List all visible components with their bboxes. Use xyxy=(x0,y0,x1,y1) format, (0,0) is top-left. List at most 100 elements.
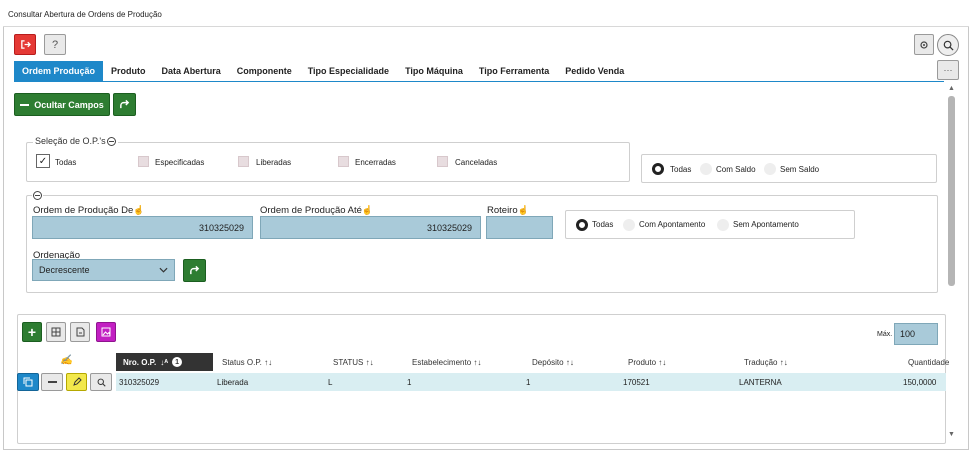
check-icon: ✓ xyxy=(38,155,48,167)
tab-pedido-venda[interactable]: Pedido Venda xyxy=(557,61,632,81)
scrollbar-thumb[interactable] xyxy=(948,96,955,286)
tab-ordem-producao[interactable]: Ordem Produção xyxy=(14,61,104,81)
tab-bar: Ordem Produção Produto Data Abertura Com… xyxy=(14,61,632,81)
scroll-up-icon[interactable]: ▲ xyxy=(948,85,955,92)
label-todas: Todas xyxy=(55,158,77,167)
chevron-down-icon xyxy=(159,267,168,273)
export-button[interactable] xyxy=(70,322,90,342)
checkbox-liberadas[interactable] xyxy=(238,156,249,167)
sort-icon: ↑↓ xyxy=(565,358,574,367)
radio-com-apontamento[interactable] xyxy=(623,219,635,231)
checkbox-canceladas[interactable] xyxy=(437,156,448,167)
more-button[interactable]: ··· xyxy=(937,60,959,80)
hide-fields-button[interactable]: Ocultar Campos xyxy=(14,93,110,116)
search-icon xyxy=(943,40,954,51)
max-rows-input[interactable]: 100 xyxy=(894,323,938,345)
search-icon xyxy=(97,378,106,387)
hide-fields-label: Ocultar Campos xyxy=(34,99,104,110)
radio-com-saldo[interactable] xyxy=(700,163,712,175)
roteiro-input[interactable] xyxy=(486,216,553,239)
max-label: Máx. xyxy=(877,331,893,338)
edit-signature-icon: ✍ xyxy=(60,355,73,366)
label-sem-saldo: Sem Saldo xyxy=(780,165,820,174)
sort-desc-icon: ↓ᴬ xyxy=(160,357,169,367)
col-header-estabelecimento[interactable]: Estabelecimento ↑↓ xyxy=(412,358,481,367)
image-button[interactable] xyxy=(96,322,116,342)
add-row-button[interactable]: + xyxy=(22,322,42,342)
pencil-icon xyxy=(72,377,82,386)
cell-status-op: Liberada xyxy=(217,378,249,387)
row-view-button[interactable] xyxy=(90,373,112,391)
op-ate-input[interactable]: 310325029 xyxy=(260,216,481,239)
more-label: ··· xyxy=(943,65,953,75)
col-header-status[interactable]: STATUS ↑↓ xyxy=(333,358,374,367)
label-liberadas: Liberadas xyxy=(256,158,292,167)
hand-pointer-icon: ☝ xyxy=(517,205,529,215)
radio-sem-saldo[interactable] xyxy=(764,163,776,175)
sort-icon: ↑↓ xyxy=(264,358,273,367)
row-edit-button[interactable] xyxy=(66,373,87,391)
radio-saldo-todas[interactable] xyxy=(652,163,664,175)
tab-componente[interactable]: Componente xyxy=(229,61,300,81)
checkbox-encerradas[interactable] xyxy=(338,156,349,167)
share-arrow-icon xyxy=(190,265,200,275)
label-apont-todas: Todas xyxy=(592,220,614,229)
selecao-ops-fieldset xyxy=(26,142,630,182)
filter-collapse-button[interactable] xyxy=(32,190,43,201)
radio-apont-todas[interactable] xyxy=(576,219,588,231)
label-saldo-todas: Todas xyxy=(670,165,692,174)
tab-underline xyxy=(14,81,944,82)
grid-icon xyxy=(51,327,61,337)
grid-layout-button[interactable] xyxy=(46,322,66,342)
help-label: ? xyxy=(51,38,59,51)
sort-icon: ↑↓ xyxy=(658,358,667,367)
minus-icon xyxy=(47,381,57,383)
sort-icon: ↑↓ xyxy=(365,358,374,367)
col-header-status-op[interactable]: Status O.P. ↑↓ xyxy=(222,358,272,367)
row-remove-button[interactable] xyxy=(41,373,63,391)
image-icon xyxy=(101,327,111,337)
ordenacao-value: Decrescente xyxy=(39,265,90,275)
exit-button[interactable] xyxy=(14,34,36,55)
op-de-input[interactable]: 310325029 xyxy=(32,216,253,239)
tab-tipo-especialidade[interactable]: Tipo Especialidade xyxy=(300,61,397,81)
tab-tipo-maquina[interactable]: Tipo Máquina xyxy=(397,61,471,81)
search-button[interactable] xyxy=(937,34,959,56)
cell-nro-op: 310325029 xyxy=(119,378,160,387)
plus-icon: + xyxy=(27,324,37,340)
checkbox-especificadas[interactable] xyxy=(138,156,149,167)
tab-data-abertura[interactable]: Data Abertura xyxy=(154,61,229,81)
scroll-down-icon[interactable]: ▼ xyxy=(948,431,955,438)
cell-produto: 170521 xyxy=(623,378,650,387)
document-icon xyxy=(76,327,84,337)
col-header-traducao[interactable]: Tradução ↑↓ xyxy=(744,358,788,367)
tab-tipo-ferramenta[interactable]: Tipo Ferramenta xyxy=(471,61,557,81)
window-title: Consultar Abertura de Ordens de Produção xyxy=(8,10,162,19)
op-ate-label: Ordem de Produção Até☝ xyxy=(260,205,374,216)
copy-icon xyxy=(23,377,33,387)
row-copy-button[interactable] xyxy=(17,373,39,391)
cell-status: L xyxy=(328,378,333,387)
collapse-icon[interactable] xyxy=(106,136,116,146)
col-header-quantidade[interactable]: Quantidade xyxy=(908,358,949,367)
apply-ordering-button[interactable] xyxy=(183,259,206,282)
label-com-apontamento: Com Apontamento xyxy=(639,220,706,229)
col-header-produto[interactable]: Produto ↑↓ xyxy=(628,358,666,367)
col-header-deposito[interactable]: Depósito ↑↓ xyxy=(532,358,574,367)
label-especificadas: Especificadas xyxy=(155,158,205,167)
hand-pointer-icon: ☝ xyxy=(133,205,145,215)
radio-sem-apontamento[interactable] xyxy=(717,219,729,231)
label-encerradas: Encerradas xyxy=(355,158,396,167)
execute-button[interactable] xyxy=(113,93,136,116)
hand-pointer-icon: ☝ xyxy=(361,205,374,215)
minus-icon xyxy=(20,103,30,106)
checkbox-todas[interactable]: ✓ xyxy=(36,154,50,168)
tab-produto[interactable]: Produto xyxy=(103,61,154,81)
ordenacao-select[interactable]: Decrescente xyxy=(32,259,175,281)
collapse-filter-icon xyxy=(33,191,42,200)
settings-button[interactable] xyxy=(914,34,934,55)
col-header-nro-op[interactable]: Nro. O.P. ↓ᴬ 1 xyxy=(116,353,213,371)
sort-icon: ↑↓ xyxy=(473,358,482,367)
share-arrow-icon xyxy=(120,99,130,109)
help-button[interactable]: ? xyxy=(44,34,66,55)
